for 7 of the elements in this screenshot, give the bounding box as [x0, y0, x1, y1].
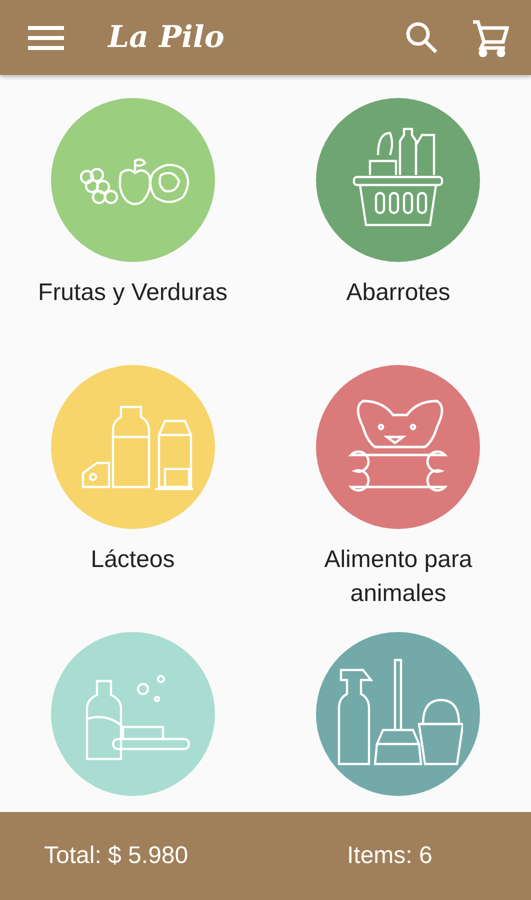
cart-total: Total: $ 5.980 [44, 842, 190, 870]
category-label: Frutas y Verduras [38, 278, 228, 308]
app-title: La Pilo [108, 20, 226, 55]
item-count: Items: 6 [347, 842, 432, 870]
category-label: Lácteos [90, 545, 175, 575]
category-label: Abarrotes [346, 278, 450, 308]
category-label: Alimento para animales [323, 545, 474, 609]
